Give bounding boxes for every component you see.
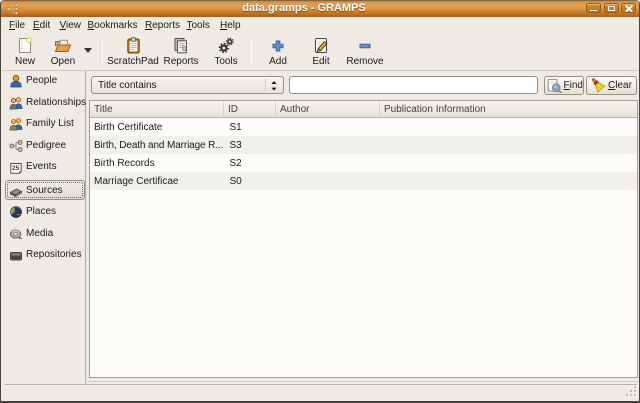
svg-text:25: 25 — [12, 165, 20, 172]
